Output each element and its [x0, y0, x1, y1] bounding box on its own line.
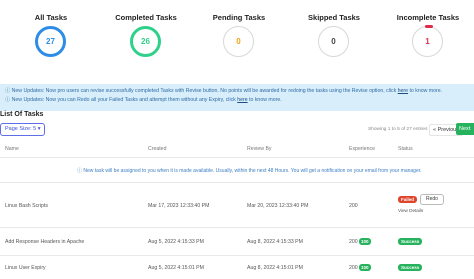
status-badge-success: Success [398, 264, 423, 271]
review-by-date: Aug 8, 2022 4:15:01 PM [247, 265, 303, 271]
showing-entries-text: Showing 1 to 5 of 27 entries [368, 127, 428, 132]
task-name: Linux Bash Scripts [5, 203, 48, 209]
stat-title: Completed Tasks [115, 13, 177, 22]
task-stats: All Tasks 27 Completed Tasks 26 Pending … [0, 0, 474, 80]
page-size-select[interactable]: Page Size: 5 ▾ [0, 123, 46, 136]
stat-title: Pending Tasks [212, 13, 266, 22]
progress-ring: 0 [318, 26, 349, 57]
task-name: Linux User Expiry [5, 265, 46, 271]
table-row: Linux User Expiry Aug 5, 2022 4:15:01 PM… [0, 256, 474, 279]
view-details-link[interactable]: View Details [398, 208, 423, 213]
progress-ring: 1 [412, 25, 443, 57]
column-review-by: Review By [247, 146, 272, 152]
info-icon: ⓘ [5, 96, 11, 103]
notice-line: ⓘ New Updates: Now you can Redo all your… [5, 96, 469, 105]
stat-title: Skipped Tasks [308, 13, 360, 22]
updates-notice: ⓘ New Updates: Now pro users can revise … [0, 84, 474, 111]
new-task-info-row: ⓘ New task will be assigned to you when … [0, 158, 474, 183]
stat-pending-tasks: Pending Tasks 0 [192, 0, 286, 57]
stat-all-tasks: All Tasks 27 [4, 0, 98, 57]
created-date: Aug 5, 2022 4:15:33 PM [148, 239, 204, 245]
score-badge: 100 [359, 264, 371, 271]
experience-value: 200 [349, 203, 358, 209]
status-badge-success: Success [398, 238, 423, 245]
info-icon: ⓘ [5, 88, 11, 94]
table-row: Linux Bash Scripts Mar 17, 2023 12:33:40… [0, 183, 474, 228]
table-header: Name Created Review By Experience Status [0, 140, 474, 158]
notice-here-link[interactable]: here [398, 88, 408, 94]
created-date: Mar 17, 2023 12:33:40 PM [148, 203, 210, 209]
stat-incomplete-tasks: Incomplete Tasks 1 [381, 0, 474, 57]
review-by-date: Mar 20, 2023 12:33:40 PM [247, 203, 309, 209]
stat-skipped-tasks: Skipped Tasks 0 [287, 0, 381, 57]
column-experience: Experience [349, 146, 375, 152]
stat-completed-tasks: Completed Tasks 26 [99, 0, 193, 57]
table-row: Add Response Headers in Apache Aug 5, 20… [0, 228, 474, 256]
score-badge: 100 [359, 238, 371, 245]
redo-button[interactable]: Redo [420, 194, 444, 205]
notice-here-link[interactable]: here [237, 97, 247, 103]
notice-line: ⓘ New Updates: Now pro users can revise … [5, 87, 469, 96]
stat-title: Incomplete Tasks [396, 13, 460, 22]
notice-text-end: to know more. [408, 88, 443, 94]
progress-ring: 0 [223, 26, 254, 57]
column-created: Created [148, 146, 167, 152]
task-name: Add Response Headers in Apache [5, 239, 85, 245]
experience-value: 200 [349, 239, 358, 245]
progress-ring: 27 [35, 26, 66, 57]
created-date: Aug 5, 2022 4:15:01 PM [148, 265, 204, 271]
column-status: Status [398, 146, 413, 152]
column-name: Name [5, 146, 19, 152]
review-by-date: Aug 8, 2022 4:15:33 PM [247, 239, 303, 245]
notice-text: New Updates: Now pro users can revise su… [11, 88, 398, 94]
progress-ring: 26 [130, 26, 161, 57]
status-badge-failed: Failed [398, 196, 418, 203]
next-page-button[interactable]: Next [456, 123, 474, 135]
new-task-info-text: ⓘ New task will be assigned to you when … [77, 168, 422, 174]
experience-value: 200 [349, 265, 358, 271]
notice-text: New Updates: Now you can Redo all your F… [11, 96, 238, 103]
stat-title: All Tasks [34, 13, 68, 22]
section-title: List Of Tasks [0, 111, 44, 118]
notice-text-end: to know more. [247, 96, 282, 103]
